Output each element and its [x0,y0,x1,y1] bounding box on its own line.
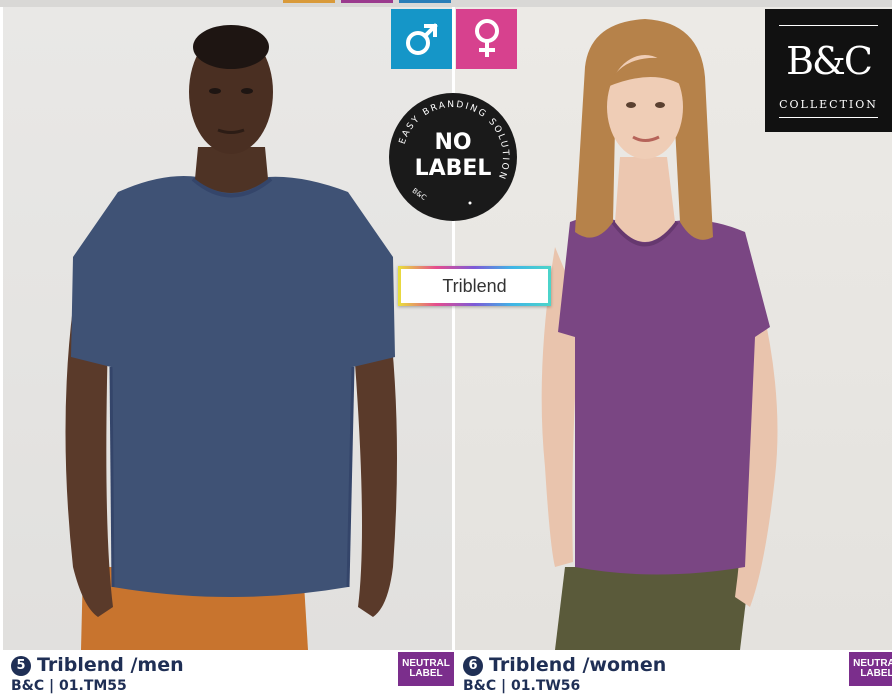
product-title: 6 Triblend /women [463,654,666,676]
neutral-label-line2: LABEL [860,668,892,679]
product-title-text: Triblend /women [489,654,667,676]
product-number: 5 [11,656,31,676]
top-strip [0,0,892,7]
logo-rule-top [779,25,878,26]
male-symbol-icon [405,23,438,55]
product-title-text: Triblend /men [37,654,184,676]
neutral-label-tag: NEUTRAL LABEL [849,652,892,686]
top-color-chip [283,0,335,3]
female-symbol-icon [474,19,499,57]
brand-logo: B&C COLLECTION [765,9,892,132]
neutral-label-line2: LABEL [409,668,443,679]
product-code: B&C | 01.TW56 [463,678,581,694]
no-label-line2: LABEL [415,156,492,181]
no-label-badge: EASY BRANDING SOLUTION NO LABEL B&C [384,93,522,221]
product-caption-women: 6 Triblend /women B&C | 01.TW56 NEUTRAL L… [455,650,892,695]
logo-mark: B&C [786,39,873,83]
logo-text: COLLECTION [779,98,878,111]
top-color-chip [341,0,393,3]
female-symbol-box [456,9,517,69]
triblend-label: Triblend [401,269,548,303]
product-number: 6 [463,656,483,676]
top-color-chip [399,0,451,3]
no-label-line1: NO [434,130,471,155]
product-caption-men: 5 Triblend /men B&C | 01.TM55 NEUTRAL LAB… [3,650,454,695]
product-code: B&C | 01.TM55 [11,678,127,694]
neutral-label-tag: NEUTRAL LABEL [398,652,454,686]
product-title: 5 Triblend /men [11,654,184,676]
male-symbol-box [391,9,452,69]
triblend-fabric-badge: Triblend [398,266,551,306]
logo-rule-bottom [779,117,878,118]
